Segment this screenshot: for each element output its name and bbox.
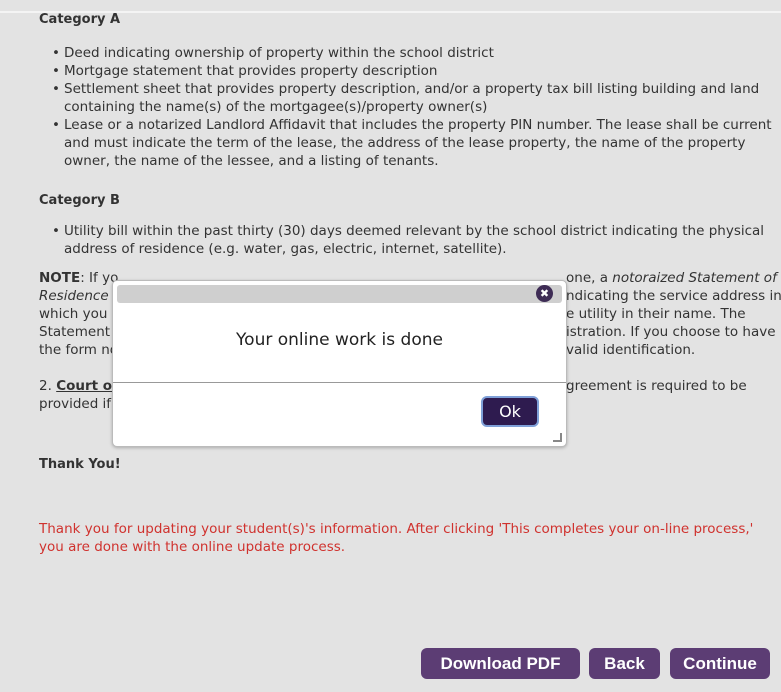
note-text: which you bbox=[39, 306, 108, 322]
list-item: Utility bill within the past thirty (30)… bbox=[52, 222, 777, 258]
download-pdf-button[interactable]: Download PDF bbox=[421, 648, 580, 679]
note-italic: notoraized Statement of bbox=[612, 270, 777, 286]
ok-button[interactable]: Ok bbox=[481, 396, 539, 427]
back-button[interactable]: Back bbox=[589, 648, 660, 679]
dialog-titlebar[interactable] bbox=[117, 285, 562, 303]
note-text: valid identification. bbox=[566, 342, 696, 358]
list-item: Settlement sheet that provides property … bbox=[52, 80, 777, 116]
resize-grip-icon[interactable] bbox=[553, 433, 562, 442]
list-item: Lease or a notarized Landlord Affidavit … bbox=[52, 116, 777, 170]
close-icon[interactable]: ✖ bbox=[536, 285, 553, 302]
continue-button[interactable]: Continue bbox=[670, 648, 770, 679]
note-italic: Residence bbox=[39, 288, 109, 304]
note-text: Statement bbox=[39, 324, 111, 340]
category-a-list: Deed indicating ownership of property wi… bbox=[52, 44, 777, 170]
dialog-divider bbox=[113, 382, 566, 383]
note-text: e utility in their name. The bbox=[566, 306, 746, 322]
note-text: istration. If you choose to have bbox=[566, 324, 776, 340]
note-text: ndicating the service address in bbox=[566, 288, 781, 304]
court-text: provided if bbox=[39, 396, 112, 412]
category-b-heading: Category B bbox=[39, 193, 120, 208]
category-a-heading: Category A bbox=[39, 12, 121, 27]
completion-message: Thank you for updating your student(s)'s… bbox=[39, 521, 754, 555]
dialog-message: Your online work is done bbox=[236, 330, 443, 350]
court-number: 2. bbox=[39, 378, 52, 394]
note-label: NOTE bbox=[39, 270, 81, 286]
list-item: Mortgage statement that provides propert… bbox=[52, 62, 777, 80]
note-text: the form no bbox=[39, 342, 119, 358]
category-b-list: Utility bill within the past thirty (30)… bbox=[52, 222, 777, 258]
thank-you-heading: Thank You! bbox=[39, 457, 121, 472]
completion-dialog: Your online work is done Ok bbox=[112, 280, 567, 447]
note-text: one, a bbox=[566, 270, 608, 286]
court-order-link[interactable]: Court or bbox=[56, 378, 119, 394]
court-text: greement is required to be bbox=[566, 378, 747, 394]
list-item: Deed indicating ownership of property wi… bbox=[52, 44, 777, 62]
